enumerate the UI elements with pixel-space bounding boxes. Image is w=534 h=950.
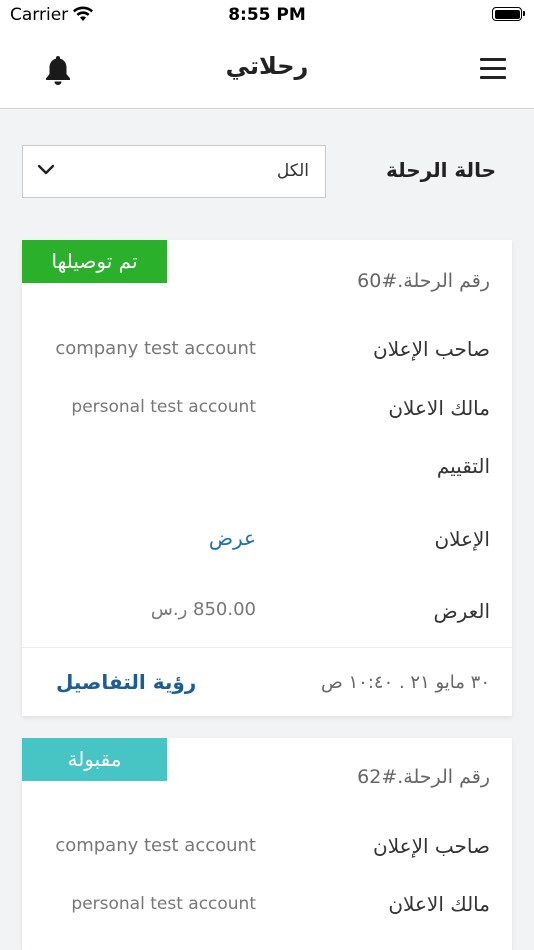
advertiser-value: company test account [55, 835, 256, 856]
offer-price: 850.00 ر.س [150, 599, 256, 620]
status-badge: مقبولة [22, 738, 167, 781]
advertiser-value: company test account [55, 338, 256, 359]
chevron-down-icon [37, 164, 55, 175]
status-badge: تم توصيلها [22, 240, 167, 283]
trip-number: رقم الرحلة.#60 [357, 270, 490, 292]
status-bar: Carrier 8:55 PM [0, 0, 534, 30]
trip-card: مقبولة رقم الرحلة.#62 صاحب الإعلان compa… [22, 738, 512, 950]
view-ad-link[interactable]: عرض [209, 526, 256, 550]
ad-label: الإعلان [434, 527, 490, 551]
ad-owner-value: personal test account [71, 397, 256, 417]
hamburger-menu-icon[interactable] [480, 58, 506, 80]
trip-card: تم توصيلها رقم الرحلة.#60 صاحب الإعلان c… [22, 240, 512, 716]
offer-label: العرض [433, 599, 490, 623]
nav-bar: رحلاتي [0, 30, 534, 109]
ad-owner-label: مالك الاعلان [388, 396, 490, 420]
view-details-link[interactable]: رؤية التفاصيل [56, 670, 196, 694]
trip-status-label: حالة الرحلة [385, 158, 496, 182]
trip-status-selected-value: الكل [276, 161, 309, 181]
trip-status-dropdown[interactable]: الكل [22, 145, 326, 198]
advertiser-label: صاحب الإعلان [373, 834, 490, 858]
trip-number: رقم الرحلة.#62 [357, 766, 490, 788]
clock: 8:55 PM [228, 5, 306, 25]
advertiser-label: صاحب الإعلان [373, 337, 490, 361]
ad-owner-value: personal test account [71, 894, 256, 914]
rating-label: التقييم [436, 454, 490, 478]
ad-owner-label: مالك الاعلان [388, 892, 490, 916]
page-title: رحلاتي [225, 52, 309, 80]
card-divider [22, 647, 512, 648]
battery-icon [492, 7, 525, 21]
trip-date: ٣٠ مايو ٢١ . ١٠:٤٠ ص [321, 672, 490, 693]
